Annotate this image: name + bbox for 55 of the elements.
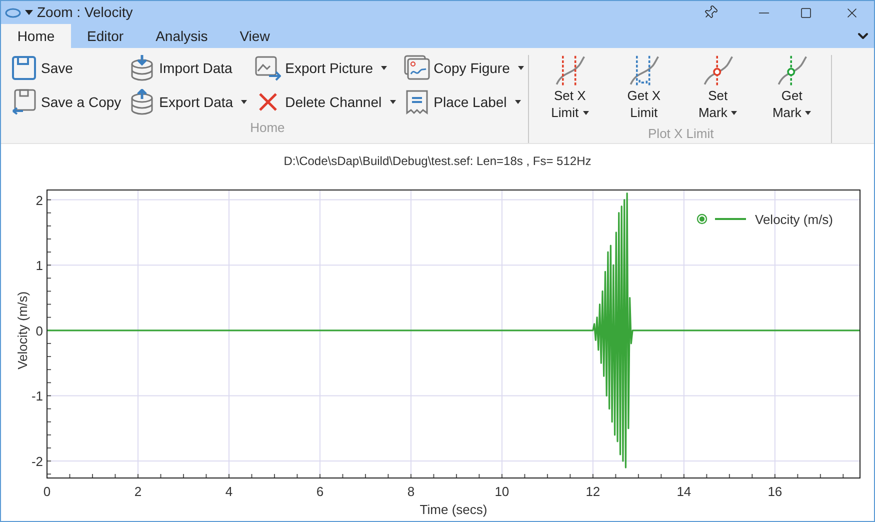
y-tick-label: 0 xyxy=(36,323,43,338)
x-tick-label: 4 xyxy=(225,484,233,499)
ribbon-button[interactable]: Place Label xyxy=(404,89,524,115)
window-title: Zoom : Velocity xyxy=(37,3,133,22)
ribbon-button[interactable]: Export Picture xyxy=(255,55,396,81)
x-tick-label: 2 xyxy=(134,484,142,499)
app-logo-icon xyxy=(5,8,21,18)
group-label: Plot X Limit xyxy=(647,125,715,143)
picture-export-icon xyxy=(255,55,282,81)
picture-copy-icon xyxy=(404,55,430,81)
ribbon-tab[interactable]: Editor xyxy=(71,24,140,48)
ribbon-large-button[interactable]: Get Mark xyxy=(760,55,823,121)
y-axis-label: Velocity (m/s) xyxy=(15,291,30,370)
floppy-disk-icon xyxy=(11,89,37,115)
x-tick-label: 12 xyxy=(586,484,600,499)
y-tick-label: -1 xyxy=(31,388,43,404)
x-tick-label: 10 xyxy=(494,484,510,499)
button-label-line: Set xyxy=(708,87,728,104)
x-axis-label: Time (secs) xyxy=(420,502,488,517)
y-tick-label: -2 xyxy=(31,454,43,470)
legend-label: Velocity (m/s) xyxy=(755,212,834,227)
ribbon-button[interactable]: Save xyxy=(11,55,122,81)
button-label-line: Get xyxy=(781,87,802,104)
y-tick-label: 2 xyxy=(36,192,43,208)
x-tick-label: 6 xyxy=(316,484,324,499)
y-tick-label: 1 xyxy=(36,258,43,274)
maximize-icon[interactable] xyxy=(800,6,812,18)
ribbon-large-button[interactable]: Set Mark xyxy=(686,55,749,121)
button-label-line: Mark xyxy=(698,104,728,121)
ribbon-button[interactable]: Import Data xyxy=(129,55,248,81)
ribbon-button[interactable]: Copy Figure xyxy=(404,55,524,81)
button-label-line: Limit xyxy=(630,104,658,121)
plot-title: D:\Code\sDap\Build\Debug\test.sef: Len=18s , Fs= 512Hz xyxy=(284,153,592,170)
group-label: Home xyxy=(249,119,286,137)
ribbon-button[interactable]: Export Data xyxy=(129,89,248,115)
x-tick-label: 16 xyxy=(768,484,782,499)
database-upload-icon xyxy=(129,89,156,115)
button-label-line: Get X xyxy=(627,87,661,104)
legend-marker-icon xyxy=(696,214,708,224)
caret-icon[interactable] xyxy=(25,10,33,15)
ribbon-tab[interactable]: View xyxy=(224,24,286,48)
ribbon-tab[interactable]: Analysis xyxy=(140,24,224,48)
ribbon-tab[interactable]: Home xyxy=(1,24,71,48)
ribbon-large-button[interactable]: Get X Limit xyxy=(612,55,675,121)
ribbon-button[interactable]: Save a Copy xyxy=(11,89,122,115)
ribbon-large-button[interactable]: Set X Limit xyxy=(538,55,601,121)
x-tick-label: 14 xyxy=(676,484,692,499)
button-label-line: Limit xyxy=(551,104,579,121)
ribbon-button[interactable]: Delete Channel xyxy=(255,89,396,115)
label-icon xyxy=(404,89,430,115)
button-label-line: Mark xyxy=(772,104,802,121)
button-label-line: Set X xyxy=(554,87,586,104)
x-tick-label: 8 xyxy=(407,484,415,499)
database-download-icon xyxy=(129,55,156,81)
x-tick-label: 0 xyxy=(43,484,51,499)
